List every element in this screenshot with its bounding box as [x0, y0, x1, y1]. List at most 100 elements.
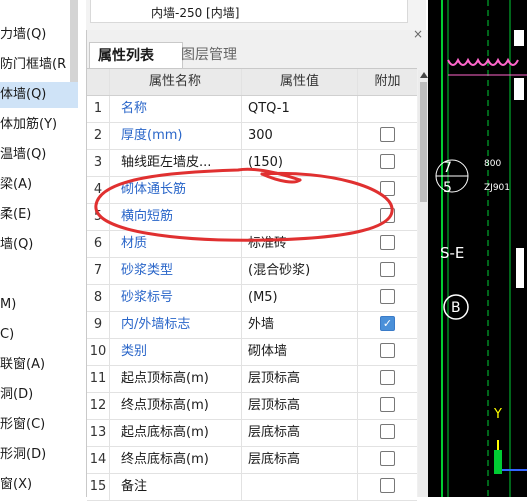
tree-item[interactable]: 联窗(A): [0, 352, 78, 378]
grid-rows: 1 名称 QTQ-1 2 厚度(mm) 300 3 轴线距左墙皮... (150) 4 砌体通长筋 5…: [87, 96, 417, 501]
property-row[interactable]: 8 砂浆标号 (M5): [87, 285, 417, 312]
header-name: 属性名称: [109, 69, 242, 95]
add-checkbox[interactable]: [380, 235, 395, 250]
property-row[interactable]: 7 砂浆类型 (混合砂浆): [87, 258, 417, 285]
property-row[interactable]: 10 类别 砌体墙: [87, 339, 417, 366]
add-cell: [358, 96, 417, 122]
property-grid: 属性名称 属性值 附加 1 名称 QTQ-1 2 厚度(mm) 300 3 轴线距左墙皮...…: [87, 68, 417, 501]
add-checkbox[interactable]: ✓: [380, 316, 395, 331]
add-cell: [358, 285, 417, 311]
property-name: 材质: [109, 231, 242, 257]
grid-header: 属性名称 属性值 附加: [87, 69, 417, 96]
add-cell: [358, 393, 417, 419]
scroll-thumb[interactable]: [420, 82, 427, 202]
row-index: 6: [87, 231, 110, 257]
property-row[interactable]: 12 终点顶标高(m) 层顶标高: [87, 393, 417, 420]
cad-label-5: 5: [443, 180, 452, 196]
tree-item[interactable]: 形窗(C): [0, 412, 78, 438]
property-value[interactable]: 层顶标高: [242, 366, 358, 392]
property-value[interactable]: [242, 177, 358, 203]
component-list-item[interactable]: 内墙-250 [内墙]: [90, 0, 408, 23]
property-name: 横向短筋: [109, 204, 242, 230]
property-panel: × 属性列表 图层管理 属性名称 属性值 附加 1 名称 QTQ-1 2 厚度(mm) 3…: [86, 27, 429, 501]
property-row[interactable]: 14 终点底标高(m) 层底标高: [87, 447, 417, 474]
tree-item[interactable]: 梁(A): [0, 172, 78, 198]
property-value[interactable]: 300: [242, 123, 358, 149]
add-cell: [358, 150, 417, 176]
tree-item[interactable]: 防门框墙(R: [0, 52, 78, 78]
add-cell: [358, 474, 417, 500]
scroll-up-icon[interactable]: [420, 72, 428, 78]
header-add: 附加: [374, 74, 401, 89]
property-value[interactable]: (150): [242, 150, 358, 176]
property-value[interactable]: [242, 474, 358, 500]
cad-canvas[interactable]: B S-E 7 5 800 ZJ901 Y: [428, 0, 527, 497]
property-name: 内/外墙标志: [109, 312, 242, 338]
add-checkbox[interactable]: [380, 154, 395, 169]
cad-axis-se: S-E: [440, 244, 464, 262]
add-checkbox[interactable]: [380, 343, 395, 358]
property-row[interactable]: 1 名称 QTQ-1: [87, 96, 417, 123]
tree-item[interactable]: 洞(D): [0, 382, 78, 408]
tree-item[interactable]: 形洞(D): [0, 442, 78, 468]
add-checkbox[interactable]: [380, 451, 395, 466]
component-tree: 力墙(Q) 防门框墙(R 体墙(Q) 体加筋(Y) 温墙(Q) 梁(A) 柔(E) 墙(Q) M…: [0, 0, 86, 497]
tree-item[interactable]: M): [0, 292, 78, 318]
property-row[interactable]: 6 材质 标准砖: [87, 231, 417, 258]
add-checkbox[interactable]: [380, 208, 395, 223]
property-name: 终点顶标高(m): [109, 393, 242, 419]
property-value[interactable]: 外墙: [242, 312, 358, 338]
tree-item[interactable]: 温墙(Q): [0, 142, 78, 168]
property-row[interactable]: 11 起点顶标高(m) 层顶标高: [87, 366, 417, 393]
tab-layer-management[interactable]: 图层管理: [173, 42, 259, 68]
add-checkbox[interactable]: [380, 181, 395, 196]
property-name: 终点底标高(m): [109, 447, 242, 473]
property-name: 起点顶标高(m): [109, 366, 242, 392]
property-row[interactable]: 13 起点底标高(m) 层底标高: [87, 420, 417, 447]
tree-item[interactable]: 窗(X): [0, 472, 78, 497]
add-checkbox[interactable]: [380, 289, 395, 304]
property-row[interactable]: 5 横向短筋: [87, 204, 417, 231]
add-checkbox[interactable]: [380, 370, 395, 385]
tree-item[interactable]: 力墙(Q): [0, 22, 78, 48]
property-value[interactable]: 砌体墙: [242, 339, 358, 365]
property-value[interactable]: (M5): [242, 285, 358, 311]
add-checkbox[interactable]: [380, 478, 395, 493]
property-row[interactable]: 9 内/外墙标志 外墙 ✓: [87, 312, 417, 339]
property-value[interactable]: 层顶标高: [242, 393, 358, 419]
property-value[interactable]: 标准砖: [242, 231, 358, 257]
add-cell: [358, 177, 417, 203]
property-value[interactable]: (混合砂浆): [242, 258, 358, 284]
tab-property-list[interactable]: 属性列表: [89, 42, 183, 69]
add-checkbox[interactable]: [380, 127, 395, 142]
property-value[interactable]: 层底标高: [242, 420, 358, 446]
row-index: 9: [87, 312, 110, 338]
row-index: 12: [87, 393, 110, 419]
add-cell: [358, 447, 417, 473]
tree-item[interactable]: C): [0, 322, 78, 348]
add-checkbox[interactable]: [380, 397, 395, 412]
property-row[interactable]: 2 厚度(mm) 300: [87, 123, 417, 150]
property-value[interactable]: QTQ-1: [242, 96, 358, 122]
tree-item[interactable]: [0, 262, 78, 288]
property-row[interactable]: 3 轴线距左墙皮... (150): [87, 150, 417, 177]
add-cell: [358, 339, 417, 365]
cad-note-2: ZJ901: [484, 183, 510, 193]
header-value: 属性值: [242, 69, 358, 95]
close-icon[interactable]: ×: [413, 27, 423, 41]
tree-item[interactable]: 体墙(Q): [0, 82, 78, 108]
add-checkbox[interactable]: [380, 424, 395, 439]
tree-item[interactable]: 体加筋(Y): [0, 112, 78, 138]
property-value[interactable]: 层底标高: [242, 447, 358, 473]
tree-item[interactable]: 柔(E): [0, 202, 78, 228]
property-row[interactable]: 4 砌体通长筋: [87, 177, 417, 204]
property-name: 类别: [109, 339, 242, 365]
cad-axis-b: B: [451, 300, 461, 316]
tree-item[interactable]: 墙(Q): [0, 232, 78, 258]
row-index: 14: [87, 447, 110, 473]
add-checkbox[interactable]: [380, 262, 395, 277]
property-name: 名称: [109, 96, 242, 122]
property-value[interactable]: [242, 204, 358, 230]
add-cell: [358, 420, 417, 446]
row-index: 5: [87, 204, 110, 230]
